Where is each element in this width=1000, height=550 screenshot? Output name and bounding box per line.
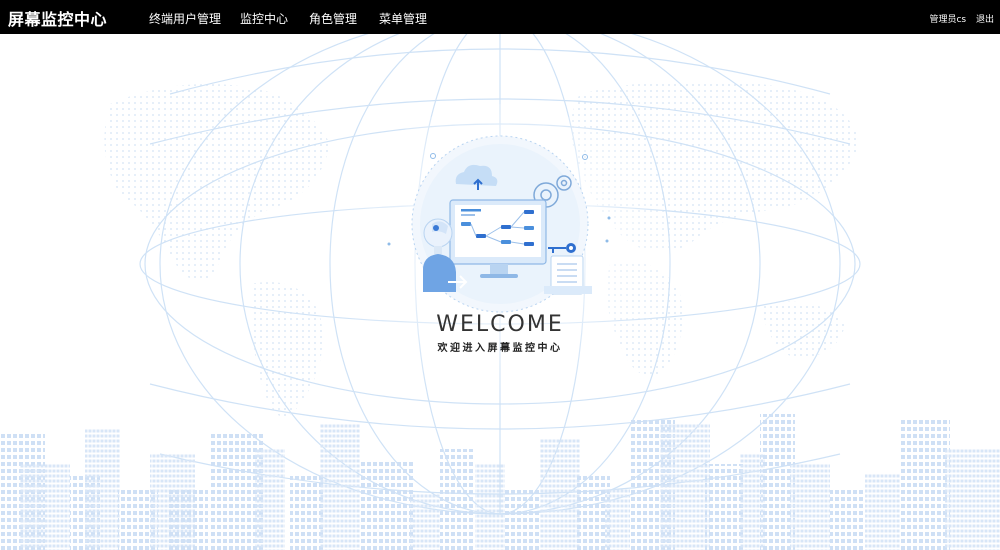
welcome-page: WELCOME 欢迎进入屏幕监控中心 — [0, 34, 1000, 550]
app-title: 屏幕监控中心 — [8, 10, 108, 29]
nav-item-role-management[interactable]: 角色管理 — [309, 10, 357, 27]
welcome-block: WELCOME 欢迎进入屏幕监控中心 — [400, 312, 600, 354]
welcome-title: WELCOME — [436, 312, 564, 337]
nav-item-menu-management[interactable]: 菜单管理 — [379, 10, 427, 27]
logout-link[interactable]: 退出 — [976, 15, 994, 25]
current-user-label[interactable]: 管理员cs — [929, 15, 966, 25]
top-navigation-bar: 屏幕监控中心 终端用户管理 监控中心 角色管理 菜单管理 管理员cs 退出 — [0, 0, 1000, 34]
nav-item-monitor-center[interactable]: 监控中心 — [240, 10, 288, 27]
user-area: 管理员cs 退出 — [922, 12, 994, 25]
welcome-subtitle: 欢迎进入屏幕监控中心 — [437, 343, 563, 354]
background-illustration — [0, 34, 1000, 550]
nav-item-terminal-users[interactable]: 终端用户管理 — [149, 10, 221, 27]
